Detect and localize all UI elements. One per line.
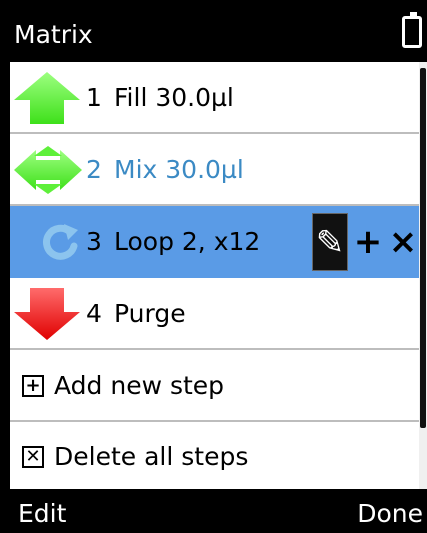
loop-icon (43, 224, 78, 260)
x-box-icon: ✕ (22, 446, 44, 468)
step-label: Fill 30.0µl (114, 83, 234, 112)
step-number: 2 (86, 155, 102, 184)
arrow-up-icon (14, 72, 80, 124)
scrollbar[interactable] (419, 62, 427, 489)
battery-icon (402, 12, 422, 48)
step-row-loop[interactable]: 3 Loop 2, x12 ✎ + × (10, 206, 419, 278)
arrow-down-icon (14, 288, 80, 340)
step-label: Mix 30.0µl (114, 155, 244, 184)
window-title: Matrix (14, 20, 93, 49)
step-number: 4 (86, 299, 102, 328)
step-row-purge[interactable]: 4 Purge (10, 278, 419, 350)
step-label: Loop 2, x12 (114, 227, 261, 256)
remove-step-button[interactable]: × (388, 213, 418, 271)
insert-step-button[interactable]: + (350, 213, 386, 271)
title-bar: Matrix (0, 0, 427, 62)
step-list: 1 Fill 30.0µl 2 Mix 30.0µl 3 Loop 2, x12… (10, 62, 419, 489)
plus-box-icon: + (22, 375, 44, 397)
mix-arrows-icon (14, 146, 82, 194)
step-number: 3 (86, 227, 102, 256)
add-new-step-label: Add new step (54, 371, 225, 400)
step-label: Purge (114, 299, 186, 328)
edit-softkey[interactable]: Edit (18, 499, 66, 529)
delete-all-steps-label: Delete all steps (54, 442, 249, 471)
step-number: 1 (86, 83, 102, 112)
scrollbar-thumb[interactable] (420, 68, 426, 428)
delete-all-steps-item[interactable]: ✕ Delete all steps (10, 422, 419, 489)
step-row-fill[interactable]: 1 Fill 30.0µl (10, 62, 419, 134)
done-softkey[interactable]: Done (357, 499, 423, 529)
softkey-bar: Edit Done (0, 489, 427, 533)
add-new-step-item[interactable]: + Add new step (10, 350, 419, 422)
step-row-mix[interactable]: 2 Mix 30.0µl (10, 134, 419, 206)
edit-step-button[interactable]: ✎ (312, 213, 348, 271)
